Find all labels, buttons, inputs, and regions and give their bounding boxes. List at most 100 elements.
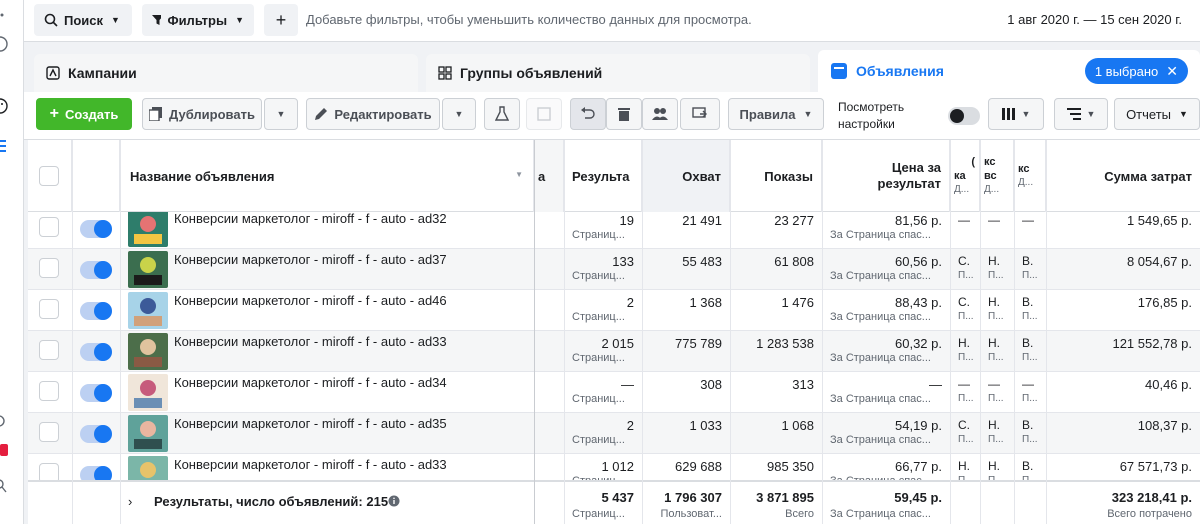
spent-cell: 121 552,78 р. [1046,331,1200,372]
export-button[interactable] [680,98,720,130]
ad-thumbnail[interactable] [128,415,168,452]
selected-badge[interactable]: 1 выбрано ✕ [1084,58,1188,84]
col-impressions[interactable]: Показы [730,140,822,212]
audience-button[interactable] [642,98,678,130]
ad-name[interactable]: Конверсии маркетолог - miroff - f - auto… [174,457,447,472]
date-range[interactable]: 1 авг 2020 г. — 15 сен 2020 г. [1007,12,1182,27]
row-checkbox[interactable] [39,217,59,237]
ad-name[interactable]: Конверсии маркетолог - miroff - f - auto… [174,252,447,267]
row-checkbox[interactable] [39,340,59,360]
row-status-toggle[interactable] [80,261,112,279]
table-row[interactable]: Конверсии маркетолог - miroff - f - auto… [28,290,1200,331]
results-value: 2 [626,418,634,433]
results-value: 2 015 [601,336,634,351]
row-status-toggle[interactable] [80,384,112,402]
col-results[interactable]: Результа [564,140,642,212]
view-settings-line1: Посмотреть [838,100,905,114]
row-checkbox[interactable] [39,258,59,278]
row-status-toggle[interactable] [80,466,112,480]
table-row[interactable]: Конверсии маркетолог - miroff - f - auto… [28,331,1200,372]
spent-cell: 176,85 р. [1046,290,1200,331]
col-cost[interactable]: Цена за результат [822,140,950,212]
columns-button[interactable]: ▼ [988,98,1044,130]
ad-thumbnail[interactable] [128,456,168,480]
col-reach[interactable]: Охват [642,140,730,212]
spent-value: 108,37 р. [1137,418,1192,433]
table-row[interactable]: Конверсии маркетолог - miroff - f - auto… [28,372,1200,413]
ad-name[interactable]: Конверсии маркетолог - miroff - f - auto… [174,375,447,390]
search-button[interactable]: Поиск ▼ [34,4,132,36]
plus-icon: + [275,9,287,30]
duplicate-menu-button[interactable]: ▼ [264,98,298,130]
breakdown-button[interactable]: ▼ [1054,98,1108,130]
reports-button[interactable]: Отчеты ▼ [1114,98,1200,130]
tab-adsets-label: Группы объявлений [460,65,603,81]
close-icon[interactable]: ✕ [1166,63,1178,80]
table-row[interactable]: Конверсии маркетолог - miroff - f - auto… [28,212,1200,249]
rules-button[interactable]: Правила ▼ [728,98,824,130]
emoji-icon[interactable] [0,98,10,114]
duplicate-button[interactable]: Дублировать [142,98,262,130]
caret-down-icon: ▼ [111,15,120,25]
c3-cell: В. П... [1014,331,1046,372]
col-c3[interactable]: кс Д... [1014,140,1046,212]
col-c2[interactable]: кс вс Д... [980,140,1014,212]
row-status-toggle[interactable] [80,343,112,361]
filters-button[interactable]: Фильтры ▼ [142,4,254,36]
row-checkbox[interactable] [39,299,59,319]
ad-name[interactable]: Конверсии маркетолог - miroff - f - auto… [174,334,447,349]
footer-label: Результаты, число объявлений: 215 [154,494,389,509]
undo-button[interactable] [570,98,606,130]
col-spent[interactable]: Сумма затрат [1046,140,1200,212]
c3-sub: П... [1022,311,1038,322]
more-icon[interactable] [0,8,10,22]
ad-thumbnail[interactable] [128,251,168,288]
ad-thumbnail[interactable] [128,212,168,247]
reach-cell: 1 033 [642,413,730,454]
sort-icon[interactable]: ▼ [515,170,523,179]
row-checkbox[interactable] [39,422,59,442]
info-icon[interactable] [388,495,400,507]
preview-button[interactable] [526,98,562,130]
spent-value: 121 552,78 р. [1112,336,1192,351]
ad-thumbnail[interactable] [128,374,168,411]
search-rail-icon[interactable] [0,478,8,494]
table-header: Название объявления ▼ а Результа Охват П… [28,140,1200,212]
row-checkbox[interactable] [39,381,59,401]
row-status-toggle[interactable] [80,302,112,320]
ad-thumbnail[interactable] [128,292,168,329]
row-status-toggle[interactable] [80,220,112,238]
reach-cell: 775 789 [642,331,730,372]
col-c1[interactable]: ( ка Д... [950,140,980,212]
create-button[interactable]: + Создать [36,98,132,130]
ab-test-button[interactable] [484,98,520,130]
table-row[interactable]: Конверсии маркетолог - miroff - f - auto… [28,249,1200,290]
select-all-checkbox[interactable] [39,166,59,186]
col-c3-line1: кс [1018,163,1030,175]
tab-adsets[interactable]: Группы объявлений [426,54,810,92]
settings-icon[interactable] [0,414,8,428]
ad-thumbnail[interactable] [128,333,168,370]
table-row[interactable]: Конверсии маркетолог - miroff - f - auto… [28,413,1200,454]
list-icon[interactable] [0,138,10,154]
cost-value: — [929,377,942,392]
tab-ads[interactable]: Объявления 1 выбрано ✕ [818,50,1200,92]
table-row[interactable]: Конверсии маркетолог - miroff - f - auto… [28,454,1200,480]
ad-name[interactable]: Конверсии маркетолог - miroff - f - auto… [174,293,447,308]
edit-button[interactable]: Редактировать [306,98,440,130]
col-divider [1046,140,1047,524]
row-checkbox[interactable] [39,463,59,480]
add-filter-button[interactable]: + [264,4,298,36]
col-divider [642,140,643,524]
ad-name[interactable]: Конверсии маркетолог - miroff - f - auto… [174,416,447,431]
delete-button[interactable] [606,98,642,130]
account-icon[interactable] [0,36,10,52]
view-settings-toggle[interactable] [948,107,980,125]
tab-campaigns[interactable]: Кампании [34,54,418,92]
expand-chevron-icon[interactable]: › [128,494,132,509]
ad-name[interactable]: Конверсии маркетолог - miroff - f - auto… [174,212,447,226]
edit-menu-button[interactable]: ▼ [442,98,476,130]
row-status-toggle[interactable] [80,425,112,443]
impressions-value: 61 808 [774,254,814,269]
col-name[interactable]: Название объявления ▼ [120,140,534,212]
